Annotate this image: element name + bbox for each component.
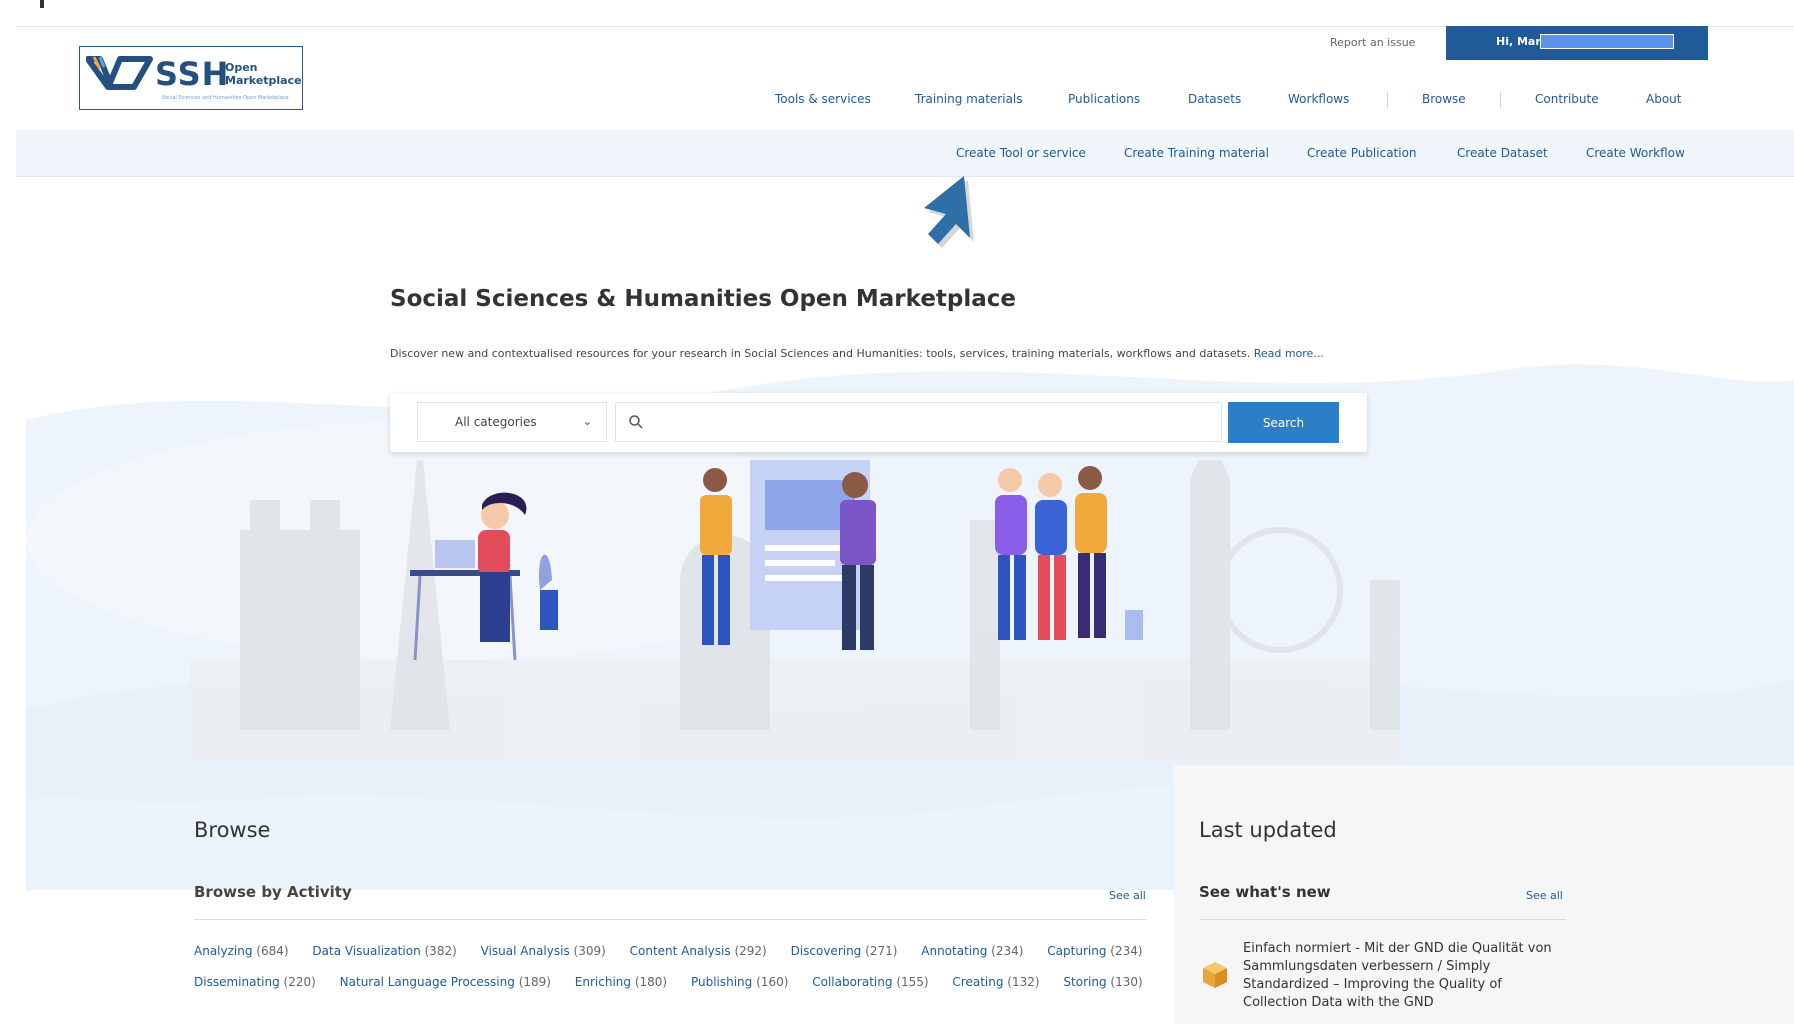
last-updated-divider	[1199, 919, 1566, 920]
activity-count: (234)	[991, 944, 1024, 958]
activity-count: (382)	[424, 944, 457, 958]
see-whats-new-title: See what's new	[1199, 883, 1331, 901]
nav-publications[interactable]: Publications	[1068, 92, 1140, 106]
create-dataset-link[interactable]: Create Dataset	[1457, 146, 1548, 160]
search-icon	[629, 415, 643, 429]
logo-open-line2: Marketplace	[225, 74, 302, 87]
search-button[interactable]: Search	[1228, 402, 1339, 443]
activity-tag[interactable]: Creating (132)	[952, 975, 1039, 989]
activity-label: Capturing	[1047, 944, 1107, 958]
activity-count: (160)	[756, 975, 789, 989]
report-issue-link[interactable]: Report an issue	[1330, 36, 1415, 49]
activity-label: Discovering	[790, 944, 862, 958]
activity-label: Storing	[1063, 975, 1107, 989]
read-more-link[interactable]: Read more...	[1254, 347, 1324, 360]
last-updated-item-link[interactable]: Einfach normiert - Mit der GND die Quali…	[1243, 940, 1553, 1024]
group-of-people-figure-icon	[995, 466, 1143, 640]
last-updated-title: Last updated	[1199, 818, 1337, 842]
hero-title: Social Sciences & Humanities Open Market…	[390, 286, 1017, 312]
nav-workflows[interactable]: Workflows	[1288, 92, 1349, 106]
hero-description: Discover new and contextualised resource…	[390, 347, 1324, 360]
logo-mark-icon	[86, 56, 153, 90]
activity-label: Enriching	[574, 975, 632, 989]
activity-label: Data Visualization	[312, 944, 421, 958]
user-name-redacted	[1540, 34, 1674, 49]
logo-open-text: Open Marketplace	[225, 61, 302, 87]
activity-count: (155)	[896, 975, 929, 989]
activity-count: (234)	[1110, 944, 1143, 958]
activity-label: Analyzing	[194, 944, 253, 958]
activity-tag[interactable]: Disseminating (220)	[194, 975, 316, 989]
create-tool-link[interactable]: Create Tool or service	[956, 146, 1086, 160]
activity-tag[interactable]: Content Analysis (292)	[630, 944, 767, 958]
category-select[interactable]: All categories ⌄	[417, 402, 607, 442]
publication-cube-icon	[1203, 962, 1227, 988]
activity-tag[interactable]: Visual Analysis (309)	[481, 944, 606, 958]
activity-label: Visual Analysis	[480, 944, 570, 958]
logo-open-line1: Open	[225, 61, 258, 74]
activity-count: (132)	[1007, 975, 1040, 989]
activity-row-1: Analyzing (684) Data Visualization (382)…	[194, 944, 1163, 958]
search-input[interactable]	[656, 411, 1210, 435]
activity-tag[interactable]: Discovering (271)	[791, 944, 898, 958]
last-updated-see-all-link[interactable]: See all	[1526, 889, 1563, 902]
nav-training-materials[interactable]: Training materials	[915, 92, 1023, 106]
nav-contribute[interactable]: Contribute	[1535, 92, 1599, 106]
activity-label: Content Analysis	[629, 944, 731, 958]
page: SSH Open Marketplace Social Sciences and…	[0, 0, 1794, 1024]
chevron-down-icon: ⌄	[582, 415, 592, 428]
activity-label: Collaborating	[812, 975, 893, 989]
category-selected-value: All categories	[455, 415, 537, 429]
main-nav: Tools & services Training materials Publ…	[0, 92, 1794, 112]
activity-row-2: Disseminating (220) Natural Language Pro…	[194, 975, 1163, 989]
activity-count: (684)	[256, 944, 289, 958]
nav-browse[interactable]: Browse	[1422, 92, 1466, 106]
activity-count: (130)	[1110, 975, 1143, 989]
browse-by-activity-title: Browse by Activity	[194, 883, 352, 901]
contribute-subnav: Create Tool or service Create Training m…	[16, 130, 1794, 177]
activity-tag[interactable]: Collaborating (155)	[812, 975, 928, 989]
nav-tools-services[interactable]: Tools & services	[775, 92, 871, 106]
activity-label: Creating	[952, 975, 1004, 989]
create-workflow-link[interactable]: Create Workflow	[1586, 146, 1685, 160]
create-publication-link[interactable]: Create Publication	[1307, 146, 1417, 160]
browse-title: Browse	[194, 818, 271, 842]
search-field[interactable]	[615, 402, 1222, 442]
activity-count: (309)	[573, 944, 606, 958]
activity-count: (271)	[865, 944, 898, 958]
search-panel: All categories ⌄ Search	[390, 393, 1367, 452]
activity-tag[interactable]: Natural Language Processing (189)	[340, 975, 551, 989]
activity-tag[interactable]: Storing (130)	[1063, 975, 1142, 989]
activity-count: (180)	[634, 975, 668, 989]
activity-tag[interactable]: Enriching (180)	[575, 975, 667, 989]
activity-tag[interactable]: Capturing (234)	[1047, 944, 1142, 958]
browse-see-all-link[interactable]: See all	[1109, 889, 1146, 902]
hero-illustration	[190, 460, 1400, 760]
activity-label: Annotating	[921, 944, 988, 958]
activity-count: (220)	[283, 975, 316, 989]
corner-mark	[40, 0, 44, 8]
hero-description-text: Discover new and contextualised resource…	[390, 347, 1251, 360]
activity-label: Publishing	[690, 975, 753, 989]
activity-tag[interactable]: Publishing (160)	[691, 975, 788, 989]
nav-datasets[interactable]: Datasets	[1188, 92, 1241, 106]
activity-label: Natural Language Processing	[339, 975, 515, 989]
user-menu-button[interactable]: Hi, Mar	[1446, 26, 1708, 60]
logo-brand: SSH	[155, 55, 230, 93]
activity-tag[interactable]: Annotating (234)	[921, 944, 1023, 958]
browse-divider	[194, 919, 1147, 920]
nav-separator	[1500, 92, 1501, 108]
activity-count: (292)	[734, 944, 767, 958]
activity-tag[interactable]: Data Visualization (382)	[312, 944, 456, 958]
activity-tag[interactable]: Analyzing (684)	[194, 944, 289, 958]
nav-about[interactable]: About	[1646, 92, 1681, 106]
pointer-arrow-icon	[924, 176, 974, 248]
activity-label: Disseminating	[194, 975, 280, 989]
activity-count: (189)	[518, 975, 551, 989]
nav-separator	[1387, 92, 1388, 108]
user-greeting: Hi, Mar	[1496, 35, 1541, 48]
create-training-link[interactable]: Create Training material	[1124, 146, 1269, 160]
